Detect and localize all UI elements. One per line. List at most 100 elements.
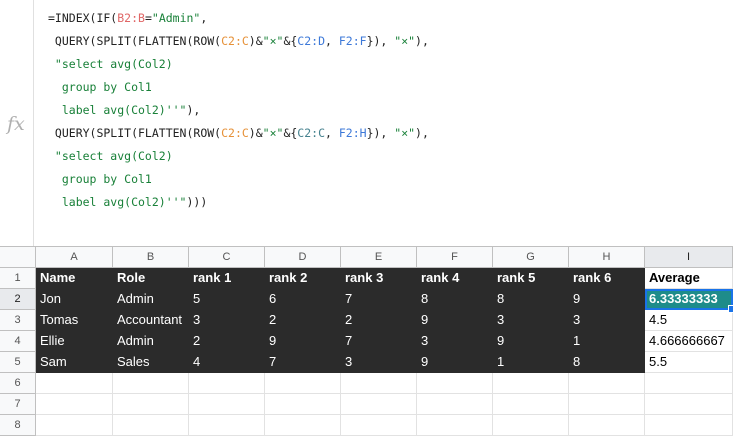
row-header-8[interactable]: 8	[0, 415, 36, 436]
fill-handle[interactable]	[728, 305, 733, 313]
cell-b1[interactable]: Role	[113, 268, 189, 289]
cell-f1[interactable]: rank 4	[417, 268, 493, 289]
select-all-corner[interactable]	[0, 247, 36, 268]
column-header-h[interactable]: H	[569, 247, 645, 268]
fx-area: fx	[0, 0, 34, 246]
row-header-5[interactable]: 5	[0, 352, 36, 373]
cell-h6[interactable]	[569, 373, 645, 394]
cell-i7[interactable]	[645, 394, 733, 415]
cell-c4[interactable]: 2	[189, 331, 265, 352]
cell-b2[interactable]: Admin	[113, 289, 189, 310]
cell-g7[interactable]	[493, 394, 569, 415]
cell-e2[interactable]: 7	[341, 289, 417, 310]
cell-c5[interactable]: 4	[189, 352, 265, 373]
cell-e4[interactable]: 7	[341, 331, 417, 352]
cell-b6[interactable]	[113, 373, 189, 394]
cell-d3[interactable]: 2	[265, 310, 341, 331]
cell-f6[interactable]	[417, 373, 493, 394]
cell-a2[interactable]: Jon	[36, 289, 113, 310]
cell-c6[interactable]	[189, 373, 265, 394]
cell-a4[interactable]: Ellie	[36, 331, 113, 352]
cell-g4[interactable]: 9	[493, 331, 569, 352]
cell-d2[interactable]: 6	[265, 289, 341, 310]
cell-d7[interactable]	[265, 394, 341, 415]
cell-c1[interactable]: rank 1	[189, 268, 265, 289]
cell-b5[interactable]: Sales	[113, 352, 189, 373]
cell-e3[interactable]: 2	[341, 310, 417, 331]
cell-a1[interactable]: Name	[36, 268, 113, 289]
cell-e5[interactable]: 3	[341, 352, 417, 373]
cell-f5[interactable]: 9	[417, 352, 493, 373]
cell-b4[interactable]: Admin	[113, 331, 189, 352]
cell-b7[interactable]	[113, 394, 189, 415]
cell-e7[interactable]	[341, 394, 417, 415]
cell-a8[interactable]	[36, 415, 113, 436]
cell-f8[interactable]	[417, 415, 493, 436]
cell-e6[interactable]	[341, 373, 417, 394]
cell-c8[interactable]	[189, 415, 265, 436]
row-header-2[interactable]: 2	[0, 289, 36, 310]
cell-h3[interactable]: 3	[569, 310, 645, 331]
formula-text[interactable]: =INDEX(IF(B2:B="Admin", QUERY(SPLIT(FLAT…	[48, 7, 429, 214]
cell-g1[interactable]: rank 5	[493, 268, 569, 289]
column-header-b[interactable]: B	[113, 247, 189, 268]
cell-h8[interactable]	[569, 415, 645, 436]
row-header-6[interactable]: 6	[0, 373, 36, 394]
cell-h1[interactable]: rank 6	[569, 268, 645, 289]
cell-h2[interactable]: 9	[569, 289, 645, 310]
formula-bar[interactable]: fx =INDEX(IF(B2:B="Admin", QUERY(SPLIT(F…	[0, 0, 733, 247]
cell-c7[interactable]	[189, 394, 265, 415]
cell-h5[interactable]: 8	[569, 352, 645, 373]
row-header-3[interactable]: 3	[0, 310, 36, 331]
cell-d4[interactable]: 9	[265, 331, 341, 352]
cell-f3[interactable]: 9	[417, 310, 493, 331]
cell-g3[interactable]: 3	[493, 310, 569, 331]
formula-token: )))	[186, 195, 208, 209]
column-header-d[interactable]: D	[265, 247, 341, 268]
column-header-a[interactable]: A	[36, 247, 113, 268]
cell-g8[interactable]	[493, 415, 569, 436]
cell-f4[interactable]: 3	[417, 331, 493, 352]
cell-g5[interactable]: 1	[493, 352, 569, 373]
column-header-g[interactable]: G	[493, 247, 569, 268]
cell-d1[interactable]: rank 2	[265, 268, 341, 289]
cell-i3[interactable]: 4.5	[645, 310, 733, 331]
cell-d6[interactable]	[265, 373, 341, 394]
formula-token: "×"	[262, 126, 284, 140]
cell-i4[interactable]: 4.666666667	[645, 331, 733, 352]
spreadsheet-grid[interactable]: A B C D E F G H I 1 Name Role rank 1 rank 2 rank 3 rank…	[0, 247, 733, 437]
cell-f7[interactable]	[417, 394, 493, 415]
row-header-7[interactable]: 7	[0, 394, 36, 415]
cell-g6[interactable]	[493, 373, 569, 394]
cell-i6[interactable]	[645, 373, 733, 394]
cell-i2[interactable]: 6.33333333	[645, 289, 733, 310]
cell-a3[interactable]: Tomas	[36, 310, 113, 331]
cell-b3[interactable]: Accountant	[113, 310, 189, 331]
cell-i8[interactable]	[645, 415, 733, 436]
cell-c2[interactable]: 5	[189, 289, 265, 310]
cell-b8[interactable]	[113, 415, 189, 436]
cell-a5[interactable]: Sam	[36, 352, 113, 373]
row-header-1[interactable]: 1	[0, 268, 36, 289]
column-header-i[interactable]: I	[645, 247, 733, 268]
cell-d5[interactable]: 7	[265, 352, 341, 373]
cell-h7[interactable]	[569, 394, 645, 415]
cell-a6[interactable]	[36, 373, 113, 394]
cell-e1[interactable]: rank 3	[341, 268, 417, 289]
cell-a7[interactable]	[36, 394, 113, 415]
cell-g2[interactable]: 8	[493, 289, 569, 310]
formula-token: label avg(Col2)''"	[48, 195, 187, 209]
column-header-c[interactable]: C	[189, 247, 265, 268]
cell-c3[interactable]: 3	[189, 310, 265, 331]
row-header-4[interactable]: 4	[0, 331, 36, 352]
cell-d8[interactable]	[265, 415, 341, 436]
formula-token: "×"	[394, 126, 416, 140]
column-header-e[interactable]: E	[341, 247, 417, 268]
cell-f2[interactable]: 8	[417, 289, 493, 310]
cell-i5[interactable]: 5.5	[645, 352, 733, 373]
column-header-f[interactable]: F	[417, 247, 493, 268]
formula-token: ,	[200, 11, 208, 25]
cell-e8[interactable]	[341, 415, 417, 436]
cell-h4[interactable]: 1	[569, 331, 645, 352]
cell-i1[interactable]: Average	[645, 268, 733, 289]
